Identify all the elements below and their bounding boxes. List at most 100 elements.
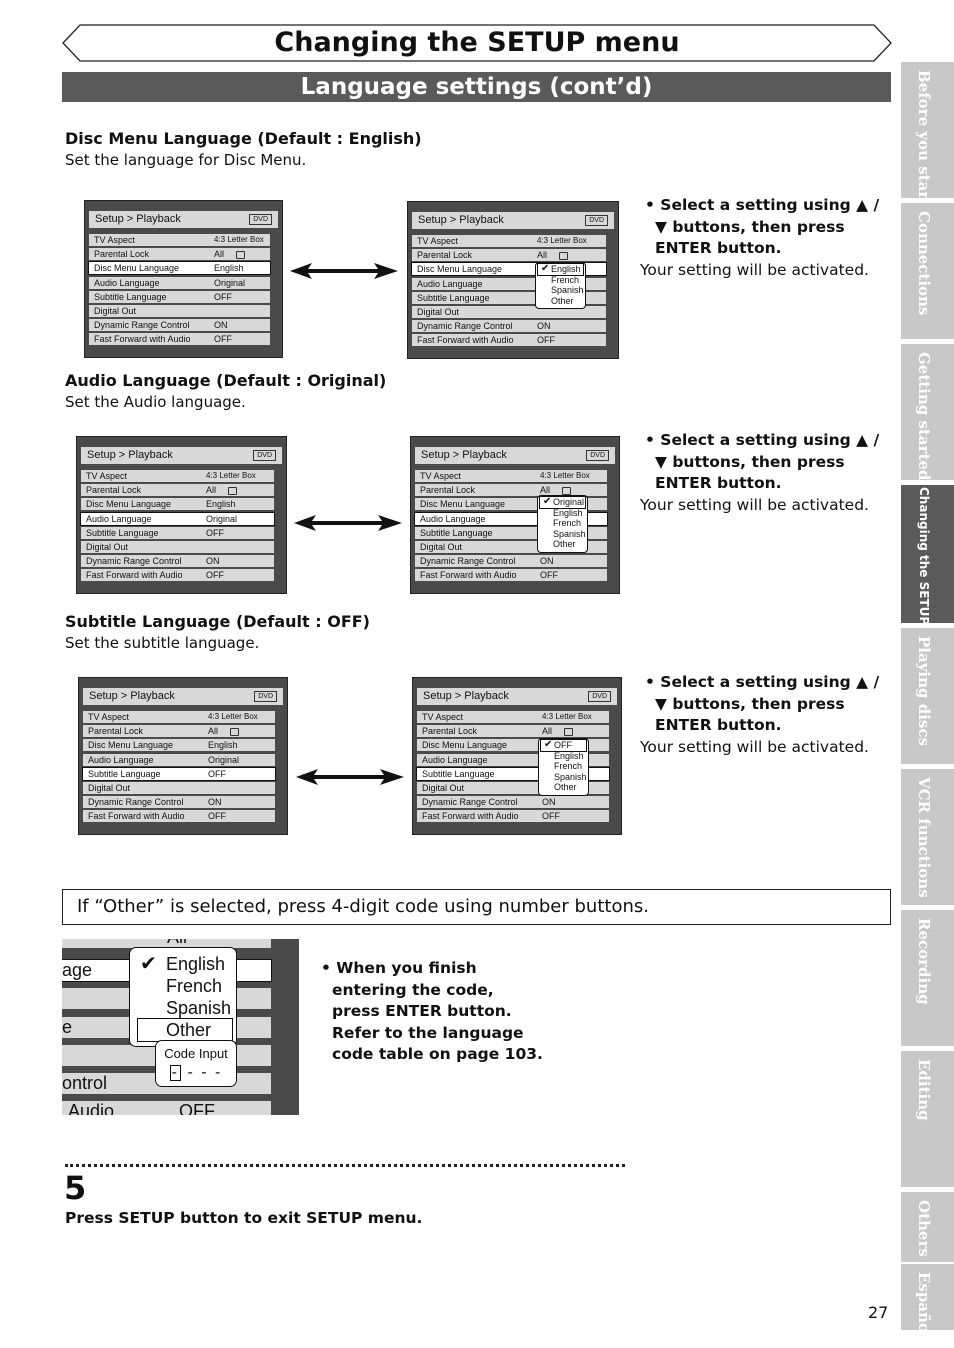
- setting-label: Fast Forward with Audio: [417, 335, 514, 346]
- setting-label: Digital Out: [94, 305, 137, 316]
- lock-icon: [230, 727, 240, 736]
- setting-value: English: [214, 263, 244, 274]
- screen-header: Setup > Playback DVD: [417, 688, 617, 705]
- dvd-badge: DVD: [249, 214, 272, 225]
- setting-label: Audio Language: [88, 754, 154, 765]
- setting-row: Disc Menu Language English: [88, 261, 271, 276]
- setting-label: Fast Forward with Audio: [86, 570, 183, 581]
- setting-label: Fast Forward with Audio: [88, 811, 185, 822]
- setting-label: Parental Lock: [417, 250, 473, 261]
- dvd-badge: DVD: [253, 450, 276, 461]
- setting-value: OFF: [214, 291, 232, 302]
- popup-option: ✔ Original: [539, 496, 586, 509]
- popup-option: Other: [553, 539, 576, 549]
- side-tab-recording: Recording: [901, 910, 954, 1046]
- setting-row: TV Aspect 4:3 Letter Box: [412, 235, 606, 247]
- setting-row: Subtitle Language OFF: [82, 766, 276, 781]
- setting-label: Disc Menu Language: [94, 263, 180, 274]
- setting-label: TV Aspect: [86, 471, 128, 481]
- setting-label: TV Aspect: [417, 236, 459, 246]
- popup-option: ✔ OFF: [540, 739, 587, 752]
- zoom-option-selected: Other: [137, 1018, 233, 1042]
- setting-row: Digital Out: [83, 781, 275, 794]
- setting-row: Fast Forward with Audio OFF: [81, 569, 274, 582]
- setting-value: OFF: [208, 811, 226, 822]
- setting-label: Audio Language: [94, 277, 160, 288]
- page-title-banner: Changing the SETUP menu: [62, 24, 892, 62]
- code-input-box: Code Input - - - -: [155, 1040, 237, 1087]
- lock-icon: [564, 727, 574, 736]
- side-tab-espanol: Español: [901, 1264, 954, 1330]
- setting-row: Parental Lock All: [417, 725, 609, 738]
- setting-label: Digital Out: [86, 541, 129, 552]
- setting-value: OFF: [540, 570, 558, 581]
- popup-option: French: [551, 274, 580, 285]
- setting-label: Audio Language: [417, 278, 483, 289]
- page-title: Changing the SETUP menu: [274, 27, 680, 58]
- setting-label: Dynamic Range Control: [422, 797, 518, 808]
- setting-row: Disc Menu Language English: [83, 739, 275, 752]
- language-popup: ✔ Original English French Spanish Other: [537, 495, 588, 553]
- screen-header: Setup > Playback DVD: [415, 447, 615, 464]
- setting-row: Digital Out: [89, 304, 270, 317]
- setting-value: OFF: [214, 334, 232, 345]
- code-cursor: -: [169, 1064, 181, 1081]
- dvd-badge: DVD: [254, 691, 277, 702]
- setting-label: Digital Out: [88, 782, 131, 793]
- page-number: 27: [868, 1303, 889, 1322]
- audio-instruction: • Select a setting using ▲ / ▼ buttons, …: [640, 431, 880, 514]
- double-arrow-icon: [294, 515, 402, 531]
- setting-value: All: [214, 248, 246, 260]
- setting-label: Subtitle Language: [417, 292, 490, 303]
- side-tab-others: Others: [901, 1192, 954, 1262]
- setting-row: Audio Language Original: [89, 276, 270, 289]
- setting-row: Dynamic Range Control ON: [415, 555, 607, 568]
- setting-value: ON: [537, 321, 551, 332]
- side-tab-playing-discs: Playing discs: [901, 628, 954, 764]
- audio-desc: Set the Audio language.: [65, 393, 246, 411]
- popup-option: English: [554, 750, 584, 761]
- setting-label: Parental Lock: [422, 726, 478, 737]
- setting-row: Subtitle Language OFF: [89, 290, 270, 303]
- setting-label: Fast Forward with Audio: [94, 334, 191, 345]
- setting-label: Subtitle Language: [86, 527, 159, 538]
- setting-label: Digital Out: [420, 541, 463, 552]
- setting-row: Dynamic Range Control ON: [89, 319, 270, 332]
- setting-row: Subtitle Language OFF: [81, 526, 274, 539]
- setting-row: Audio Language Original: [83, 753, 275, 766]
- setting-label: Dynamic Range Control: [86, 556, 182, 567]
- setting-value: All: [542, 725, 574, 737]
- setting-row: TV Aspect 4:3 Letter Box: [89, 234, 270, 246]
- setting-label: TV Aspect: [422, 712, 464, 722]
- setting-value: Original: [214, 277, 246, 288]
- zoom-option: Spanish: [166, 998, 232, 1018]
- setting-label: Disc Menu Language: [88, 740, 174, 751]
- setting-value: 4:3 Letter Box: [542, 712, 592, 721]
- when-finish-note: • When you finish entering the code, pre…: [321, 959, 543, 1063]
- popup-option: Spanish: [553, 528, 586, 539]
- setting-row: Parental Lock All: [89, 248, 270, 261]
- setting-row: TV Aspect 4:3 Letter Box: [83, 711, 275, 723]
- side-tab-changing-setup: Changing the SETUP menu: [901, 485, 954, 623]
- setting-label: TV Aspect: [88, 712, 130, 722]
- screen-header: Setup > Playback DVD: [81, 447, 282, 464]
- setting-value: English: [206, 499, 236, 510]
- setting-row: TV Aspect 4:3 Letter Box: [417, 711, 609, 723]
- disc-menu-desc: Set the language for Disc Menu.: [65, 151, 307, 169]
- setting-row: Dynamic Range Control ON: [417, 796, 609, 809]
- setting-row: Fast Forward with Audio OFF: [412, 334, 606, 347]
- setting-label: Disc Menu Language: [420, 499, 506, 510]
- setting-label: Disc Menu Language: [417, 264, 503, 275]
- setting-value: English: [208, 740, 238, 751]
- side-tab-getting-started: Getting started: [901, 344, 954, 480]
- subtitle-instruction: • Select a setting using ▲ / ▼ buttons, …: [640, 673, 880, 756]
- double-arrow-icon: [290, 263, 398, 279]
- setting-row: Parental Lock All: [81, 484, 274, 497]
- setting-value: OFF: [206, 527, 224, 538]
- setting-label: TV Aspect: [420, 471, 462, 481]
- setting-label: Audio Language: [420, 513, 486, 524]
- side-tab-connections: Connections: [901, 203, 954, 339]
- setting-label: Parental Lock: [86, 485, 142, 496]
- code-input-label: Code Input: [164, 1046, 228, 1061]
- section-title: Language settings (cont’d): [62, 72, 891, 102]
